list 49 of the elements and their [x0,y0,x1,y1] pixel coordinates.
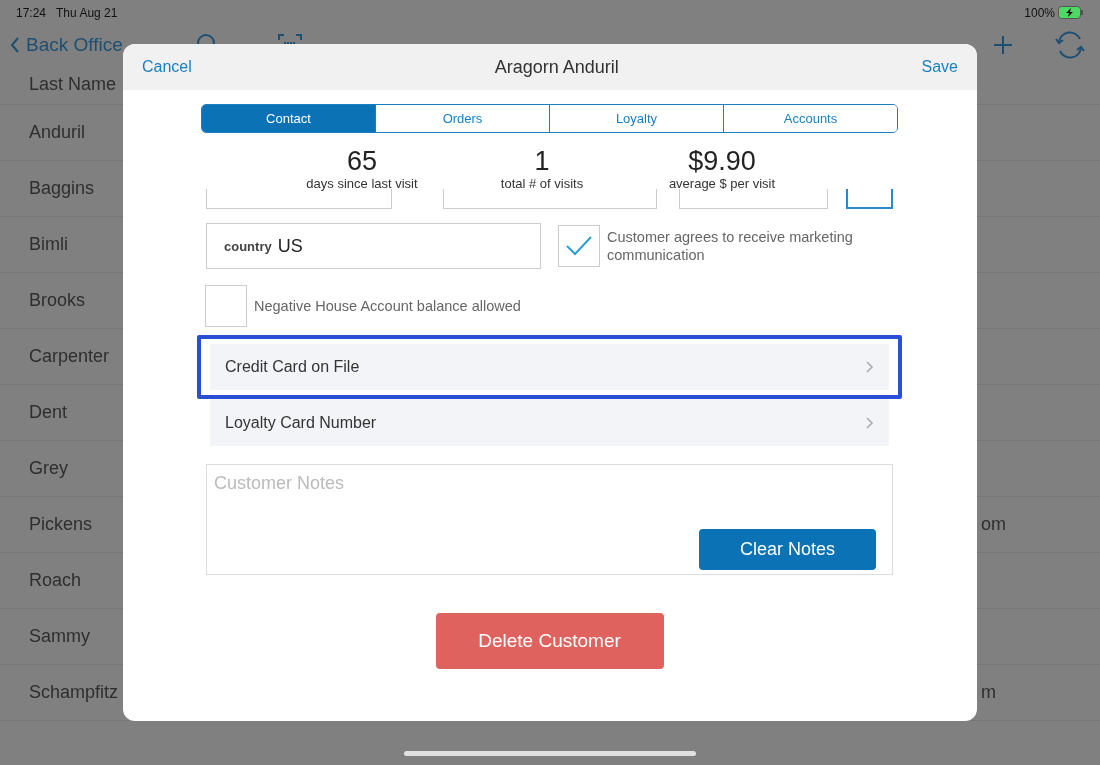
save-button[interactable]: Save [921,58,958,76]
last-name-cell: Anduril [29,122,86,143]
checkbox-label: Negative House Account balance allowed [254,297,522,315]
sync-icon[interactable] [1054,30,1086,60]
last-name-cell: Baggins [29,178,95,199]
last-name-cell: Sammy [29,626,90,647]
list-row[interactable]: Loyalty Card Number [210,399,889,446]
email-cell: om [981,514,1006,535]
list-row[interactable]: Credit Card on File [210,344,889,390]
cancel-button[interactable]: Cancel [142,58,192,76]
chevron-right-icon [866,416,874,429]
stat-value: $9.90 [688,146,756,176]
last-name-cell: Grey [29,458,68,479]
dialog-title: Aragorn Anduril [494,56,619,78]
tab[interactable]: Contact [202,105,375,132]
delete-customer-button[interactable]: Delete Customer [435,613,664,669]
small-button[interactable] [846,189,893,209]
battery-icon [1058,6,1084,19]
status-date: Thu Aug 21 [56,5,118,20]
battery-percent: 100% [1024,5,1055,20]
stat-value: 1 [534,146,550,176]
clear-notes-button[interactable]: Clear Notes [699,529,876,570]
add-icon[interactable] [993,35,1013,55]
chevron-left-icon [10,37,20,53]
checkmark-icon [564,234,594,258]
chevron-right-icon [866,361,874,373]
last-name-cell: Bimli [29,234,68,255]
status-time: 17:24 [16,5,47,20]
stat-label: days since last visit [306,176,418,191]
input-field[interactable] [679,189,828,209]
negative-balance-checkbox[interactable] [205,285,247,327]
last-name-cell: Brooks [29,290,86,311]
checkbox-label: Customer agrees to receive marketing communication [607,228,854,264]
column-header: Last Name [29,74,117,95]
last-name-cell: Schampfitz [29,682,119,703]
last-name-cell: Roach [29,570,82,591]
stat-value: 65 [346,146,377,176]
notes-field[interactable]: Customer Notes Clear Notes [206,464,893,575]
input-field[interactable] [443,189,657,209]
stat-label: total # of visits [500,176,584,191]
last-name-cell: Carpenter [29,346,110,367]
input-field[interactable] [206,189,392,209]
country-field[interactable]: country US [206,223,541,269]
marketing-checkbox[interactable] [558,225,600,267]
last-name-cell: Pickens [29,514,93,535]
last-name-cell: Dent [29,402,68,423]
email-cell: m [981,682,996,703]
stat-label: average $ per visit [668,176,776,191]
tab[interactable]: Accounts [723,105,897,132]
